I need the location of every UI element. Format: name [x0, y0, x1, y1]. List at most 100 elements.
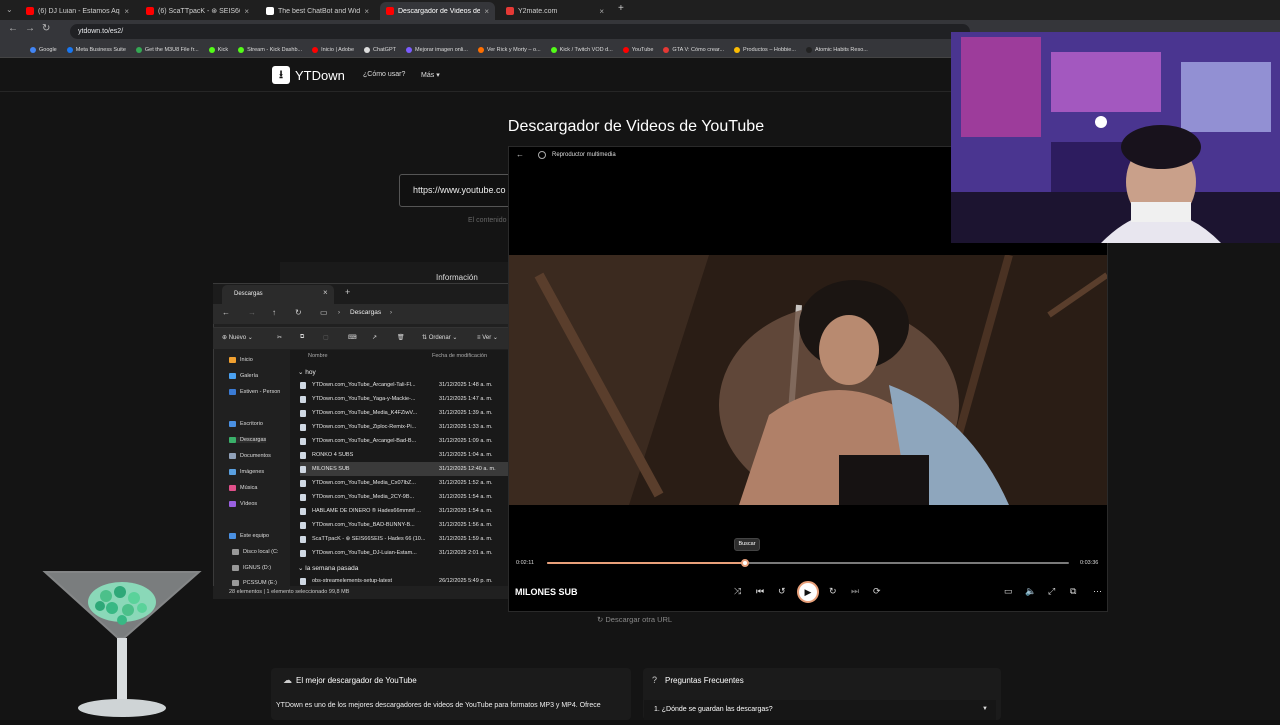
cut-icon[interactable]: ✂	[277, 334, 282, 341]
bookmark-item[interactable]: GTA V: Cómo crear...	[663, 46, 724, 53]
nav-mas[interactable]: Más ▾	[421, 71, 440, 79]
subtitles-icon[interactable]: ▭	[1004, 586, 1013, 597]
list-item[interactable]: MILONES SUB 31/12/2025 12:40 a. m.	[300, 462, 508, 476]
bookmark-item[interactable]: Stream - Kick Dashb...	[238, 46, 302, 53]
sidebar-item[interactable]: Documentos	[229, 453, 271, 459]
up-icon[interactable]: ↑	[272, 308, 276, 317]
seek-thumb[interactable]	[741, 559, 749, 567]
back-icon[interactable]: ←	[8, 23, 18, 34]
next-icon[interactable]: ⏭	[851, 586, 859, 597]
list-item[interactable]: ScaTTpacK - ⊛ SEIS66SEIS - Hades 66 (10.…	[300, 532, 508, 546]
share-icon[interactable]: ↗	[372, 334, 377, 341]
previous-icon[interactable]: ⏮	[756, 586, 764, 597]
bookmark-item[interactable]: Google	[30, 46, 57, 53]
list-item[interactable]: YTDown.com_YouTube_Arcangel-Tali-Fl... 31…	[300, 378, 508, 392]
sidebar-item[interactable]: Vídeos	[229, 501, 257, 507]
bookmark-item[interactable]: Ver Rick y Morty – o...	[477, 46, 541, 53]
sidebar-item[interactable]: Imágenes	[229, 469, 264, 475]
forward-icon[interactable]: →	[248, 308, 256, 317]
fullscreen-icon[interactable]: ⤢	[1048, 586, 1055, 597]
list-item[interactable]: HÁBLAME DE DINERO ® Hades66mmmf ... 31/12…	[300, 504, 508, 518]
column-name[interactable]: Nombre	[308, 353, 328, 359]
browser-tab[interactable]: (6) ScaTTpacK - ⊛ SEIS66SEIS - ×	[140, 2, 255, 20]
reload-icon[interactable]: ↻	[42, 23, 50, 34]
sidebar-item[interactable]: Descargas	[229, 437, 267, 443]
rename-icon[interactable]: ⌨	[348, 334, 357, 341]
sidebar-item[interactable]: Galería	[229, 373, 258, 379]
list-item[interactable]: RONKO 4 SUBS 31/12/2025 1:04 a. m.	[300, 448, 508, 462]
delete-icon[interactable]: 🗑	[397, 334, 405, 341]
bookmark-item[interactable]: Inicio | Adobe	[312, 46, 354, 53]
sort-button[interactable]: ⇅ Ordenar ⌄	[422, 334, 457, 341]
monitor-icon[interactable]: ▭	[320, 308, 328, 317]
close-tab-icon[interactable]: ×	[364, 7, 369, 16]
video-frame[interactable]	[509, 255, 1107, 505]
shuffle-icon[interactable]: ⤨	[734, 586, 741, 597]
view-button[interactable]: ≡ Ver ⌄	[477, 334, 498, 341]
more-options-icon[interactable]: ⋯	[1093, 586, 1102, 597]
browser-tab[interactable]: Descargador de Videos de YouTube×	[380, 2, 495, 20]
bookmark-item[interactable]: Atomic Habits Reso...	[805, 46, 868, 53]
list-item[interactable]: YTDown.com_YouTube_Media_K4FZiwV... 31/12…	[300, 406, 508, 420]
play-button[interactable]: ▶	[797, 581, 819, 603]
bookmark-item[interactable]: Meta Business Suite	[66, 46, 126, 53]
download-logo-icon[interactable]: ⭳	[272, 66, 290, 84]
list-item[interactable]: YTDown.com_YouTube_Ziploc-Remix-Pi... 31/…	[300, 420, 508, 434]
refresh-icon[interactable]: ↻	[295, 308, 302, 317]
new-tab-button[interactable]: +	[618, 3, 624, 14]
sidebar-item[interactable]: Este equipo	[229, 533, 269, 539]
back-icon[interactable]: ←	[516, 150, 524, 159]
mini-player-icon[interactable]: ⧉	[1070, 586, 1076, 597]
new-button[interactable]: ⊕ Nuevo ⌄	[222, 334, 253, 341]
bookmark-item[interactable]: Kick	[208, 46, 228, 53]
back-icon[interactable]: ←	[222, 308, 230, 317]
sidebar-item[interactable]: Escritorio	[229, 421, 263, 427]
bookmark-item[interactable]: ChatGPT	[364, 46, 396, 53]
column-date[interactable]: Fecha de modificación	[432, 353, 487, 359]
nav-como-usar[interactable]: ¿Cómo usar?	[363, 71, 405, 78]
video-url-input[interactable]: https://www.youtube.co	[399, 174, 519, 207]
download-other-url-button[interactable]: ↻ Descargar otra URL	[597, 615, 672, 624]
bookmark-item[interactable]: Mejorar imagen onli...	[405, 46, 468, 53]
sidebar-item[interactable]: Música	[229, 485, 257, 491]
group-last-week[interactable]: ⌄ la semana pasada	[298, 564, 358, 572]
bookmark-item[interactable]: Get the M3U8 File fr...	[135, 46, 199, 53]
add-tab-icon[interactable]: +	[345, 287, 350, 297]
site-logo[interactable]: YTDown	[295, 68, 345, 83]
copy-icon[interactable]: ⧉	[300, 334, 304, 341]
paste-icon[interactable]: ▢	[323, 334, 329, 341]
sidebar-item[interactable]: Estiven - Person	[229, 389, 280, 395]
browser-tab[interactable]: The best ChatBot and Widgets×	[260, 2, 375, 20]
rewind-10-icon[interactable]: ↺	[778, 586, 786, 597]
volume-icon[interactable]: 🔈	[1025, 586, 1036, 597]
sidebar-item[interactable]: Disco local (C:	[232, 549, 278, 555]
list-item[interactable]: YTDown.com_YouTube_Arcangel-Bad-B... 31/1…	[300, 434, 508, 448]
chevron-down-icon[interactable]: ▼	[982, 706, 988, 712]
url-field[interactable]: ytdown.to/es2/	[70, 24, 970, 39]
faq-item[interactable]: 1. ¿Dónde se guardan las descargas?	[644, 700, 996, 720]
close-tab-icon[interactable]: ×	[599, 7, 604, 16]
close-tab-icon[interactable]: ×	[244, 7, 249, 16]
tab-search-icon[interactable]: ⌄	[6, 5, 13, 14]
list-item[interactable]: YTDown.com_YouTube_Media_Cx07lbZ... 31/12…	[300, 476, 508, 490]
list-item[interactable]: YTDown.com_YouTube_DJ-Luian-Estam... 31/1…	[300, 546, 508, 560]
sidebar-item[interactable]: IGNUS (D:)	[232, 565, 271, 571]
list-item[interactable]: YTDown.com_YouTube_Yaga-y-Mackie-... 31/1…	[300, 392, 508, 406]
close-tab-icon[interactable]: ×	[124, 7, 129, 16]
browser-tab[interactable]: Y2mate.com ×	[500, 2, 610, 20]
explorer-tab[interactable]: Descargas	[222, 285, 334, 304]
forward-icon[interactable]: →	[25, 23, 35, 34]
group-today[interactable]: ⌄ hoy	[298, 368, 316, 376]
bookmark-item[interactable]: YouTube	[622, 46, 653, 53]
browser-tab[interactable]: (6) DJ Luian - Estamos Aqui ft... ×	[20, 2, 135, 20]
breadcrumb[interactable]: Descargas	[350, 309, 381, 316]
repeat-off-icon[interactable]: ⟳	[873, 586, 881, 597]
list-item[interactable]: YTDown.com_YouTube_Media_2CY-9B... 31/12/…	[300, 490, 508, 504]
close-icon[interactable]: ×	[323, 288, 328, 297]
bookmark-item[interactable]: Kick / Twitch VOD d...	[550, 46, 613, 53]
close-tab-icon[interactable]: ×	[484, 7, 489, 16]
sidebar-item[interactable]: Inicio	[229, 357, 253, 363]
forward-30-icon[interactable]: ↻	[829, 586, 837, 597]
bookmark-item[interactable]: Productos – Hobbie...	[734, 46, 796, 53]
list-item[interactable]: YTDown.com_YouTube_BAD-BUNNY-B... 31/12/2…	[300, 518, 508, 532]
